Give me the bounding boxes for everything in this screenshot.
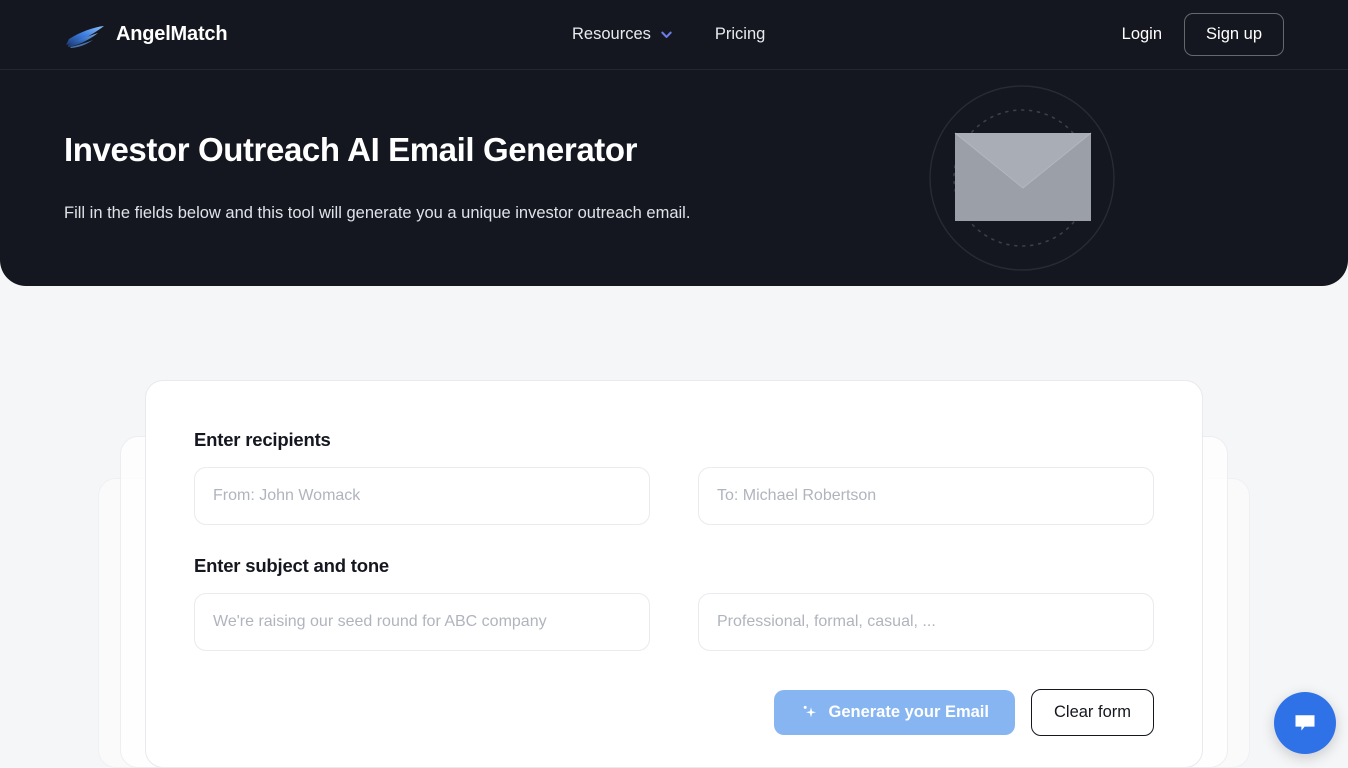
chat-bubble-icon [1295, 715, 1315, 731]
recipients-label: Enter recipients [194, 429, 331, 450]
form-actions: Generate your Email Clear form [194, 689, 1154, 736]
envelope-icon [929, 85, 1115, 271]
subject-input[interactable] [194, 593, 650, 651]
subject-tone-row [194, 593, 1154, 651]
subject-tone-label: Enter subject and tone [194, 555, 390, 576]
nav-center: Resources Pricing [572, 25, 765, 44]
page-title: Investor Outreach AI Email Generator [64, 131, 638, 168]
clear-form-button[interactable]: Clear form [1030, 689, 1154, 736]
nav-item-pricing-label: Pricing [714, 25, 766, 43]
top-navbar: AngelMatch Resources Pricing Login Sign … [0, 0, 1348, 70]
from-input[interactable] [194, 467, 650, 525]
recipients-row [194, 467, 1154, 525]
chevron-down-icon [661, 31, 672, 38]
wing-logo-icon [66, 25, 104, 48]
page-subtitle: Fill in the fields below and this tool w… [64, 204, 691, 222]
email-generator-card: Enter recipients Enter subject and tone … [145, 380, 1203, 768]
generate-email-button[interactable]: Generate your Email [773, 690, 1015, 735]
tone-input[interactable] [698, 593, 1154, 651]
nav-item-resources-label: Resources [572, 25, 651, 43]
chat-widget-button[interactable] [1274, 692, 1336, 754]
signup-button[interactable]: Sign up [1184, 13, 1284, 56]
nav-item-resources[interactable]: Resources [572, 25, 673, 44]
sparkle-icon [803, 705, 816, 717]
brand[interactable]: AngelMatch [64, 21, 228, 49]
brand-name: AngelMatch [116, 23, 228, 45]
login-link[interactable]: Login [1114, 19, 1170, 50]
generate-email-label: Generate your Email [828, 703, 989, 721]
nav-right: Login Sign up [1114, 13, 1284, 56]
form-area: Enter recipients Enter subject and tone … [0, 286, 1348, 768]
nav-item-pricing[interactable]: Pricing [715, 25, 765, 44]
to-input[interactable] [698, 467, 1154, 525]
hero-section: AngelMatch Resources Pricing Login Sign … [0, 0, 1348, 286]
